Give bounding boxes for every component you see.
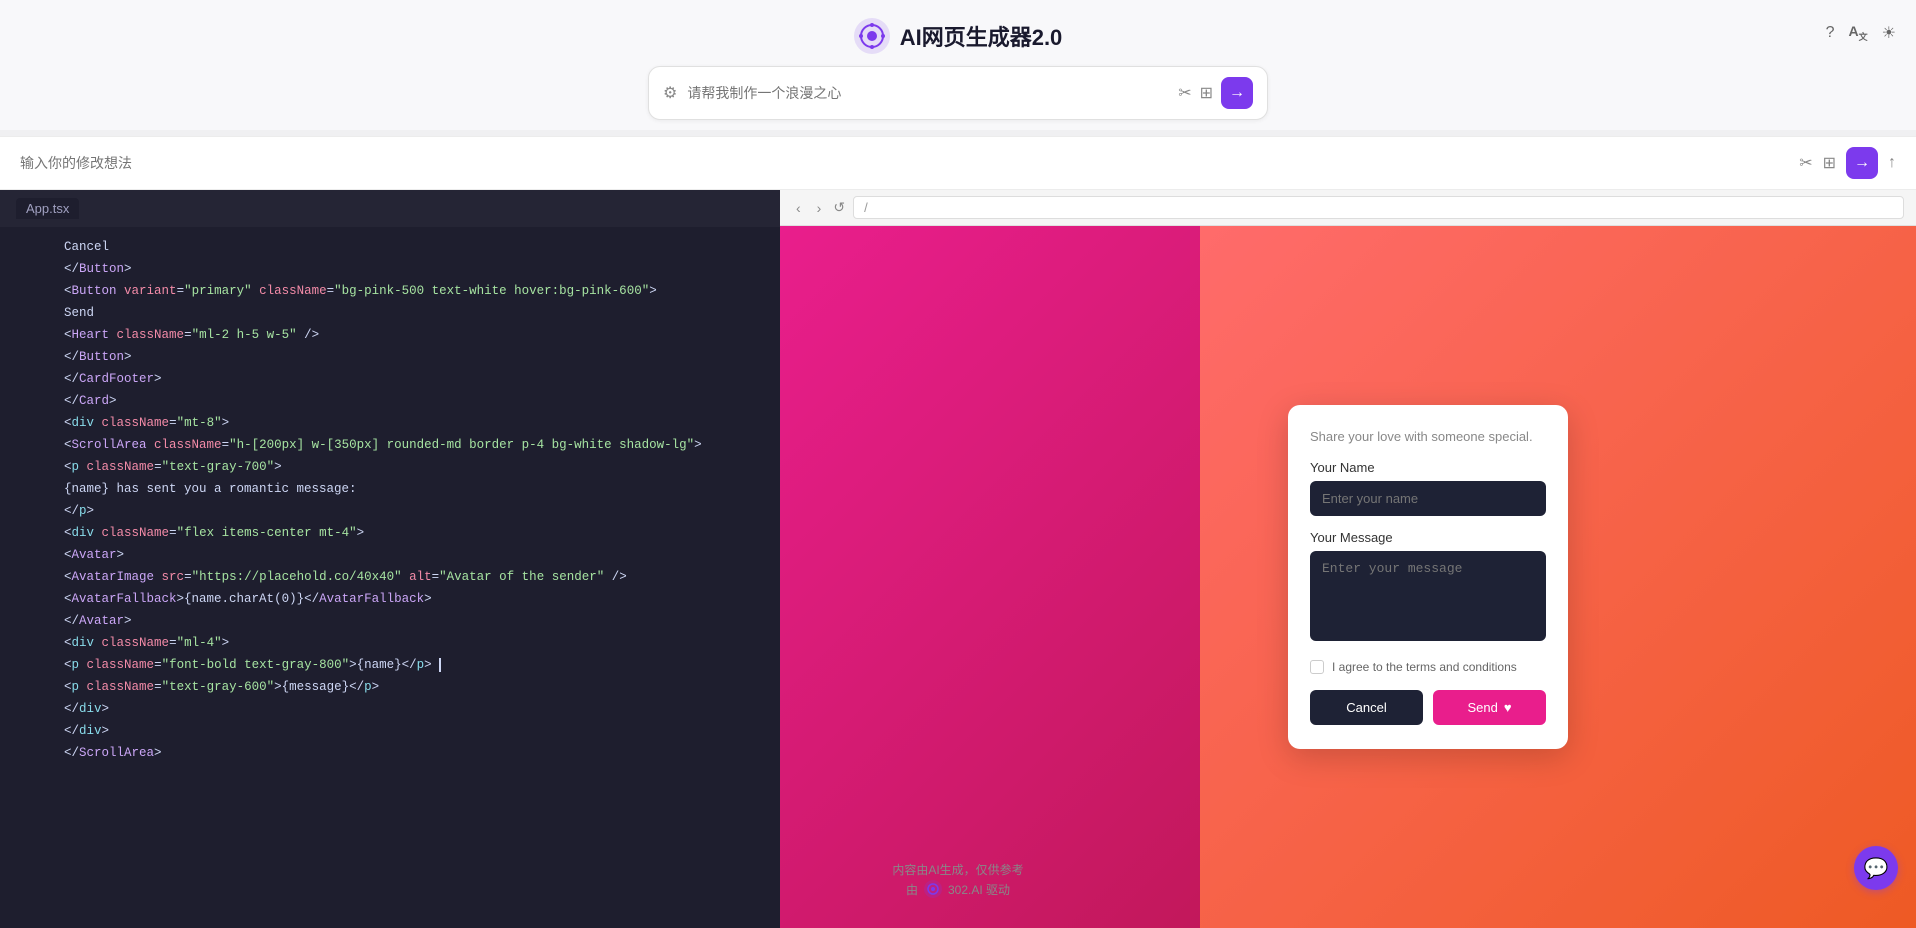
- heart-icon: ♥: [1504, 700, 1512, 715]
- reload-button[interactable]: ↺: [833, 199, 845, 216]
- code-line: </p>: [0, 501, 780, 523]
- brand-logo-icon: [924, 880, 942, 898]
- message-label: Your Message: [1310, 530, 1546, 545]
- ai-logo-icon: [854, 18, 890, 54]
- send-label: Send: [1467, 700, 1497, 715]
- code-line: </Avatar>: [0, 611, 780, 633]
- brand-name: 302.AI 驱动: [948, 881, 1010, 898]
- terms-checkbox[interactable]: [1310, 660, 1324, 674]
- help-icon[interactable]: ?: [1826, 24, 1835, 42]
- romantic-page: Share your love with someone special. Yo…: [780, 226, 1916, 928]
- code-line: </Button>: [0, 347, 780, 369]
- header-title-container: AI网页生成器2.0: [854, 18, 1063, 54]
- code-line: <Avatar>: [0, 545, 780, 567]
- romantic-card: Share your love with someone special. Yo…: [1288, 405, 1568, 749]
- code-line: <div className="mt-8">: [0, 413, 780, 435]
- image-upload-icon[interactable]: ⊞: [1200, 83, 1213, 103]
- forward-button[interactable]: ›: [813, 198, 826, 218]
- code-line: <AvatarImage src="https://placehold.co/4…: [0, 567, 780, 589]
- code-line: <div className="ml-4">: [0, 633, 780, 655]
- prompt-bar-actions: ✂ ⊞ →: [1178, 77, 1253, 109]
- modify-bar-actions: ✂ ⊞ → ↑: [1799, 147, 1896, 179]
- footer-by: 由: [906, 881, 918, 898]
- modify-image-icon[interactable]: ⊞: [1823, 153, 1836, 173]
- magic-wand-icon[interactable]: ✂: [1178, 83, 1191, 103]
- code-line: Send: [0, 303, 780, 325]
- code-line: </Card>: [0, 391, 780, 413]
- modify-bar: ✂ ⊞ → ↑: [0, 136, 1916, 190]
- preview-content: Share your love with someone special. Yo…: [780, 226, 1916, 928]
- code-panel-header: App.tsx: [0, 190, 780, 227]
- message-textarea[interactable]: [1310, 551, 1546, 641]
- code-panel: App.tsx Cancel </Button> <Button variant…: [0, 190, 780, 928]
- settings-icon[interactable]: ⚙: [663, 83, 677, 103]
- code-body: Cancel </Button> <Button variant="primar…: [0, 227, 780, 775]
- code-line: <div className="flex items-center mt-4">: [0, 523, 780, 545]
- back-button[interactable]: ‹: [792, 198, 805, 218]
- code-line: <p className="text-gray-600">{message}</…: [0, 677, 780, 699]
- code-line: </Button>: [0, 259, 780, 281]
- code-line: {name} has sent you a romantic message:: [0, 479, 780, 501]
- footer: 内容由AI生成，仅供参考 由 302.AI 驱动: [0, 861, 1916, 898]
- code-line: Cancel: [0, 237, 780, 259]
- code-line: <Heart className="ml-2 h-5 w-5" />: [0, 325, 780, 347]
- code-line: </div>: [0, 699, 780, 721]
- code-line: </ScrollArea>: [0, 743, 780, 765]
- name-label: Your Name: [1310, 460, 1546, 475]
- chat-icon: 💬: [1864, 856, 1889, 881]
- code-line: </CardFooter>: [0, 369, 780, 391]
- code-line: <p className="font-bold text-gray-800">{…: [0, 655, 780, 677]
- modify-send-button[interactable]: →: [1846, 147, 1878, 179]
- checkbox-row: I agree to the terms and conditions: [1310, 660, 1546, 674]
- card-buttons: Cancel Send ♥: [1310, 690, 1546, 725]
- translate-icon[interactable]: A文: [1849, 23, 1868, 43]
- preview-panel: ‹ › ↺ / Share your love with someone spe…: [780, 190, 1916, 928]
- theme-icon[interactable]: ☀: [1882, 23, 1896, 43]
- export-icon[interactable]: ↑: [1888, 154, 1896, 172]
- code-line: <p className="text-gray-700">: [0, 457, 780, 479]
- prompt-input[interactable]: [687, 85, 1168, 101]
- page-title: AI网页生成器2.0: [900, 20, 1063, 52]
- chat-bubble[interactable]: 💬: [1854, 846, 1898, 890]
- prompt-bar-wrapper: ⚙ ✂ ⊞ →: [0, 66, 1916, 130]
- terms-label: I agree to the terms and conditions: [1332, 660, 1517, 674]
- url-bar[interactable]: /: [853, 196, 1904, 219]
- code-line: </div>: [0, 721, 780, 743]
- file-tab[interactable]: App.tsx: [16, 198, 79, 219]
- header-actions: ? A文 ☀: [1826, 23, 1896, 43]
- code-line: <ScrollArea className="h-[200px] w-[350p…: [0, 435, 780, 457]
- header: AI网页生成器2.0 ? A文 ☀: [0, 0, 1916, 66]
- code-line: <Button variant="primary" className="bg-…: [0, 281, 780, 303]
- card-subtitle: Share your love with someone special.: [1310, 429, 1546, 444]
- cancel-button[interactable]: Cancel: [1310, 690, 1423, 725]
- prompt-send-button[interactable]: →: [1221, 77, 1253, 109]
- code-line: <AvatarFallback>{name.charAt(0)}</Avatar…: [0, 589, 780, 611]
- name-input[interactable]: [1310, 481, 1546, 516]
- main-content: App.tsx Cancel </Button> <Button variant…: [0, 190, 1916, 928]
- footer-brand: 由 302.AI 驱动: [0, 880, 1916, 898]
- card-overlay: Share your love with someone special. Yo…: [780, 226, 1916, 928]
- preview-toolbar: ‹ › ↺ /: [780, 190, 1916, 226]
- footer-line1: 内容由AI生成，仅供参考: [0, 861, 1916, 878]
- prompt-bar: ⚙ ✂ ⊞ →: [648, 66, 1268, 120]
- modify-input[interactable]: [20, 155, 1789, 171]
- send-button[interactable]: Send ♥: [1433, 690, 1546, 725]
- modify-magic-icon[interactable]: ✂: [1799, 153, 1812, 173]
